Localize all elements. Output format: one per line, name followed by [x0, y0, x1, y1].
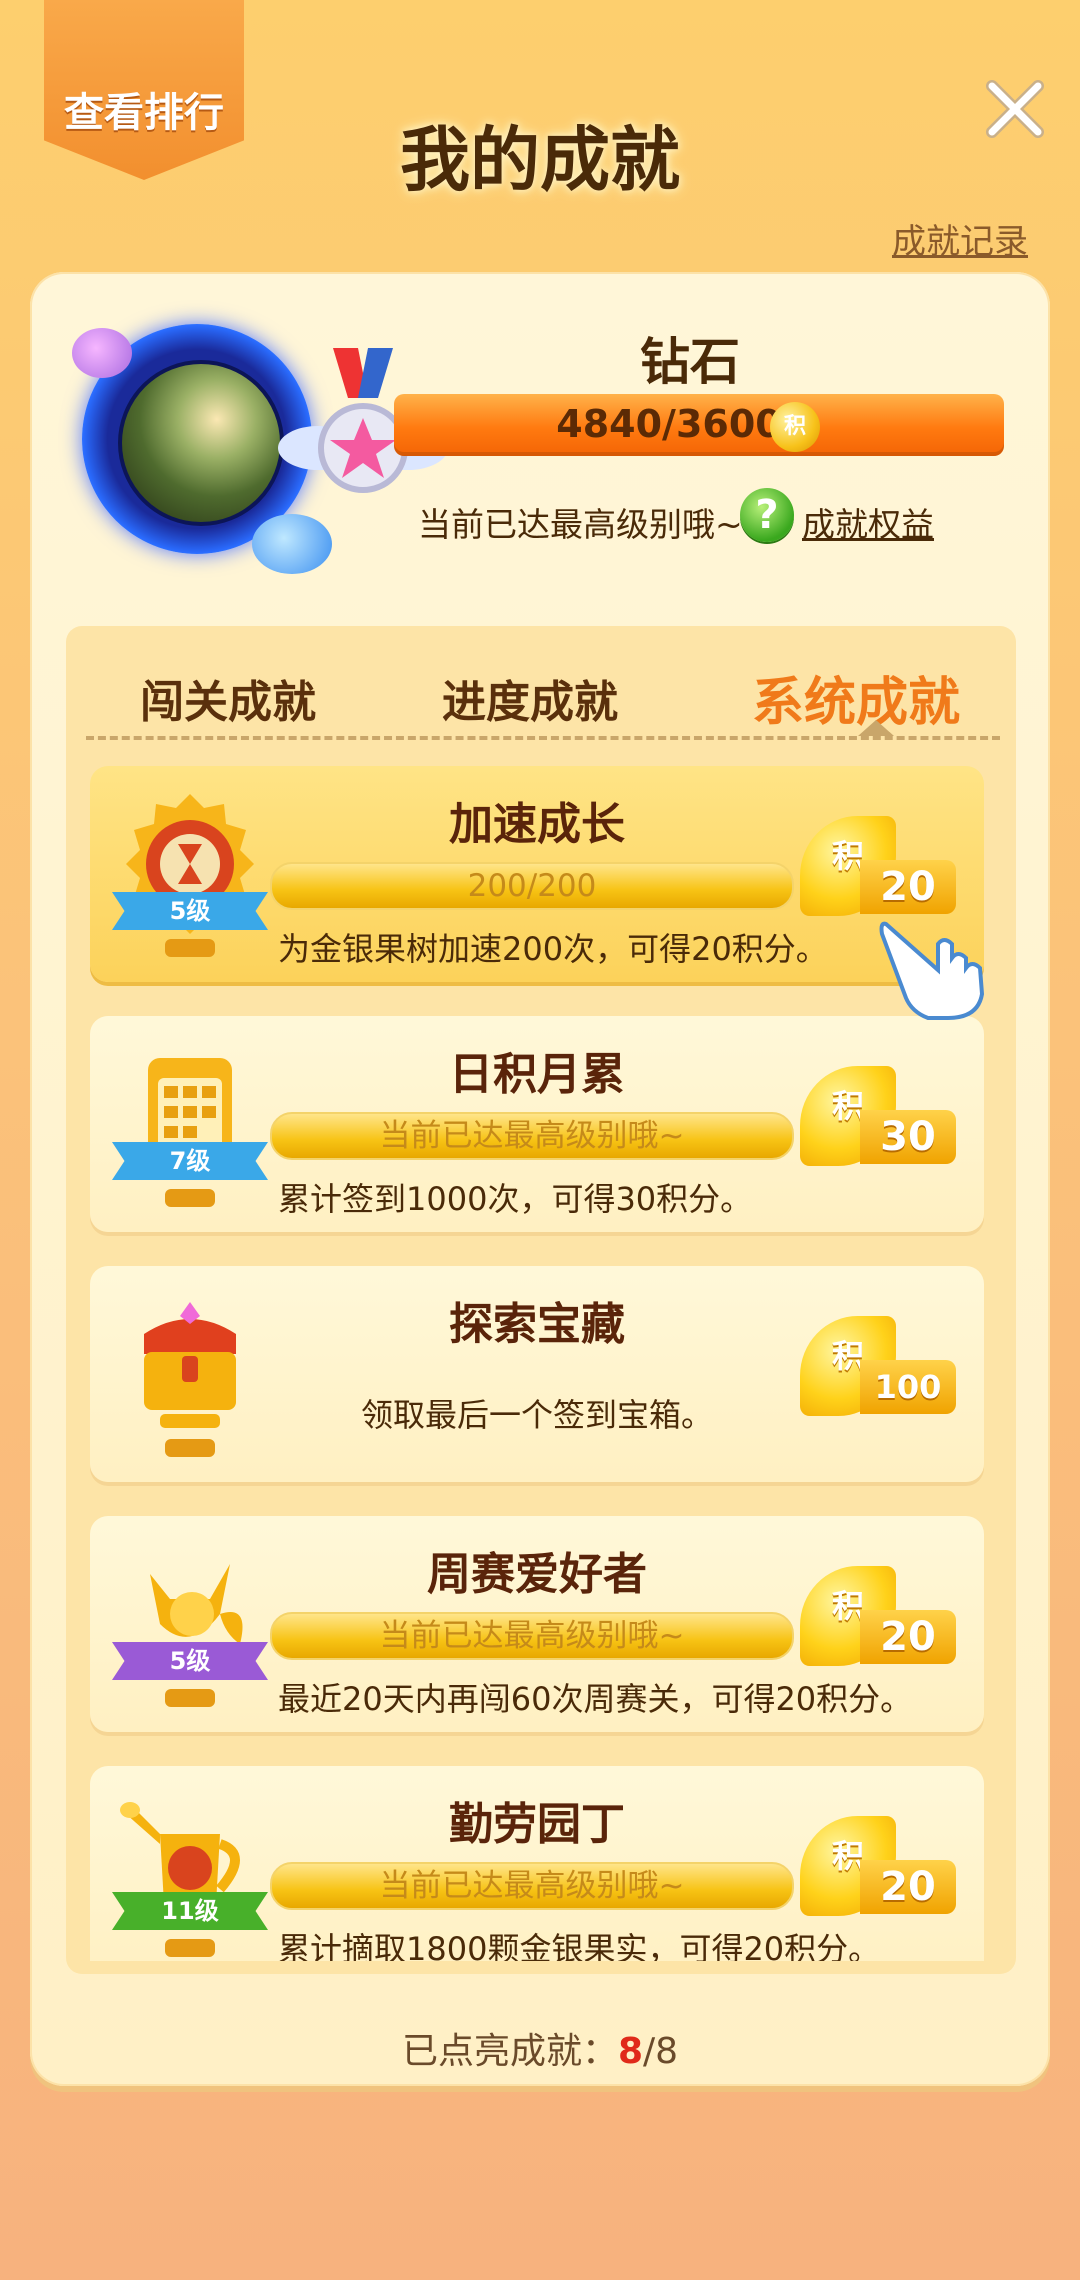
reward-points: 20: [860, 1860, 956, 1914]
achievement-card[interactable]: 探索宝藏 领取最后一个签到宝箱。 积 100: [90, 1266, 984, 1482]
reward-button[interactable]: 积 30: [800, 1066, 956, 1166]
achievement-record-link[interactable]: 成就记录: [892, 214, 1028, 263]
reward-points: 20: [860, 860, 956, 914]
tab-level-achievements[interactable]: 闯关成就: [140, 666, 316, 730]
achievement-benefits-link[interactable]: 成就权益: [802, 498, 934, 546]
badge-level: 5级: [112, 892, 268, 930]
achievement-card[interactable]: 5级 周赛爱好者 当前已达最高级别哦~ 最近20天内再闯60次周赛关，可得20积…: [90, 1516, 984, 1732]
avatar-image: [118, 360, 284, 526]
achievement-description: 最近20天内再闯60次周赛关，可得20积分。: [278, 1680, 913, 1718]
achievement-description: 为金银果树加速200次，可得20积分。: [278, 930, 828, 968]
achievement-card[interactable]: 11级 勤劳园丁 当前已达最高级别哦~ 累计摘取1800颗金银果实，可得20积分…: [90, 1766, 984, 1961]
achievement-card[interactable]: 7级 日积月累 当前已达最高级别哦~ 累计签到1000次，可得30积分。 积 3…: [90, 1016, 984, 1232]
achievement-progress-bar: 当前已达最高级别哦~: [270, 1112, 794, 1160]
page-title: 我的成就: [400, 119, 680, 201]
close-icon: [986, 80, 1044, 138]
badge-level: 5级: [112, 1642, 268, 1680]
achievement-list-panel: 闯关成就 进度成就 系统成就 5级 加速成长 200/200 为金银果树加速20…: [66, 626, 1016, 1974]
active-tab-caret: [858, 720, 894, 736]
planet-icon: [72, 328, 132, 378]
achievement-list[interactable]: 5级 加速成长 200/200 为金银果树加速200次，可得20积分。 积 20: [90, 766, 986, 1961]
reward-button[interactable]: 积 100: [800, 1316, 956, 1416]
reward-button[interactable]: 积 20: [800, 816, 956, 916]
achievement-description: 累计摘取1800颗金银果实，可得20积分。: [278, 1930, 881, 1961]
rank-name: 钻石: [640, 333, 740, 391]
tab-system-achievements[interactable]: 系统成就: [752, 660, 960, 735]
reward-points: 20: [860, 1610, 956, 1664]
achievement-panel: 钻石 4840/3600 积 当前已达最高级别哦~ ? 成就权益 闯关成就 进度…: [30, 272, 1050, 2086]
lit-count: 8: [617, 2031, 644, 2072]
points-coin-icon: 积: [770, 402, 820, 452]
reward-points: 100: [860, 1360, 956, 1414]
reward-points: 30: [860, 1110, 956, 1164]
lit-achievements-label: 已点亮成就：: [401, 2031, 618, 2072]
lit-achievements-counter: 已点亮成就：8/8: [30, 2022, 1050, 2074]
achievement-description: 累计签到1000次，可得30积分。: [278, 1180, 753, 1218]
achievement-card[interactable]: 5级 加速成长 200/200 为金银果树加速200次，可得20积分。 积 20: [90, 766, 984, 982]
hand-pointer-icon: [879, 921, 985, 1020]
badge-level: 7级: [112, 1142, 268, 1180]
score-bar: 4840/3600 积: [394, 394, 1004, 456]
planet-icon: [252, 514, 332, 574]
score-value: 4840/3600: [556, 402, 782, 446]
achievement-tabs: 闯关成就 进度成就 系统成就: [66, 626, 1016, 740]
tabs-divider: [86, 736, 1000, 740]
reward-button[interactable]: 积 20: [800, 1566, 956, 1666]
badge-level: 11级: [112, 1892, 268, 1930]
achievement-progress-bar: 当前已达最高级别哦~: [270, 1612, 794, 1660]
help-icon[interactable]: ?: [740, 488, 794, 542]
reward-button[interactable]: 积 20: [800, 1816, 956, 1916]
total-count: /8: [643, 2031, 679, 2072]
achievement-progress-bar: 当前已达最高级别哦~: [270, 1862, 794, 1910]
max-level-text: 当前已达最高级别哦~: [418, 505, 743, 544]
close-button[interactable]: [984, 78, 1046, 140]
tab-progress-achievements[interactable]: 进度成就: [442, 666, 618, 730]
achievement-progress-bar: 200/200: [270, 862, 794, 910]
